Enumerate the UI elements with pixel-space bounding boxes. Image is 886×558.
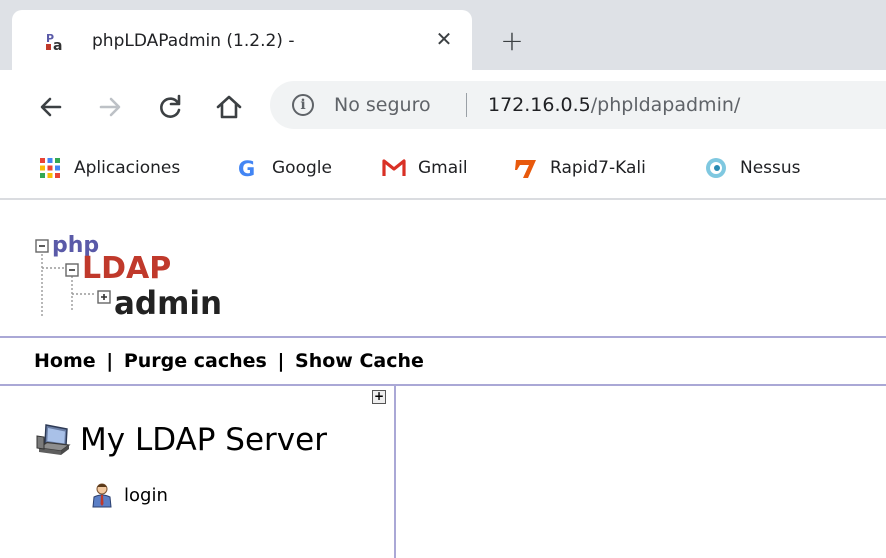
bookmark-nessus[interactable]: Nessus [704,154,801,182]
home-icon [216,95,242,119]
apps-grid-icon [40,158,60,178]
arrow-right-icon [99,97,121,117]
bookmark-gmail[interactable]: Gmail [382,154,468,182]
svg-text:a: a [53,38,62,52]
bookmark-google[interactable]: G Google [236,154,332,182]
url-path: /phpldapadmin/ [590,94,741,116]
back-button[interactable] [36,92,66,122]
forward-button[interactable] [95,92,125,122]
url-text[interactable]: 172.16.0.5/phpldapadmin/ [488,94,740,116]
login-link[interactable]: login [124,485,168,506]
page-content: php LDAP admin Home | Purge caches | Sho… [0,202,886,558]
browser-tabstrip: P a phpLDAPadmin (1.2.2) - ✕ + [0,0,886,70]
phpldapadmin-logo: php LDAP admin [34,232,234,322]
purge-caches-link[interactable]: Purge caches [124,350,267,372]
bookmarks-bar: Aplicaciones G Google Gmail Rapid7-Kali … [0,140,886,200]
server-tree-panel: + My LDAP Server login [28,386,396,558]
login-entry[interactable]: login [90,482,168,508]
menu-separator: | [106,350,114,372]
browser-toolbar: i No seguro 172.16.0.5/phpldapadmin/ [0,70,886,140]
browser-tab-active[interactable]: P a phpLDAPadmin (1.2.2) - ✕ [12,10,472,70]
new-tab-button[interactable]: + [498,27,526,55]
url-host: 172.16.0.5 [488,94,591,116]
server-entry[interactable]: My LDAP Server [36,422,327,458]
bookmark-label: Aplicaciones [74,158,181,178]
reload-button[interactable] [155,92,185,122]
reload-icon [160,94,181,118]
address-bar[interactable]: i No seguro 172.16.0.5/phpldapadmin/ [270,81,886,129]
show-cache-link[interactable]: Show Cache [295,350,424,372]
info-icon[interactable]: i [292,94,314,116]
bookmark-label: Nessus [740,158,801,178]
phpldapadmin-favicon-icon: P a [46,30,68,54]
bookmark-aplicaciones[interactable]: Aplicaciones [38,154,180,182]
close-tab-icon[interactable]: ✕ [432,27,456,51]
home-button[interactable] [214,92,244,122]
bookmark-label: Rapid7-Kali [550,158,646,178]
omnibox-divider [466,93,467,117]
tab-title: phpLDAPadmin (1.2.2) - [92,31,295,51]
logo-ldap-text: LDAP [82,251,171,286]
gmail-icon [382,159,406,176]
menu-separator: | [277,350,285,372]
bookmark-label: Google [272,158,332,178]
user-login-icon [92,483,112,508]
top-menu-links: Home | Purge caches | Show Cache [34,350,424,372]
nessus-icon [706,158,726,178]
svg-text:G: G [238,157,255,180]
server-computer-icon [36,424,71,455]
bookmark-label: Gmail [418,158,468,178]
top-menu: Home | Purge caches | Show Cache [0,336,886,386]
rapid7-icon [515,160,536,178]
expand-tree-button[interactable]: + [372,390,386,404]
home-link[interactable]: Home [34,350,96,372]
security-status[interactable]: No seguro [334,94,431,116]
server-name[interactable]: My LDAP Server [80,422,327,458]
logo-admin-text: admin [114,284,222,322]
arrow-left-icon [40,97,62,117]
bookmark-rapid7-kali[interactable]: Rapid7-Kali [514,154,646,182]
google-icon: G [238,157,255,180]
